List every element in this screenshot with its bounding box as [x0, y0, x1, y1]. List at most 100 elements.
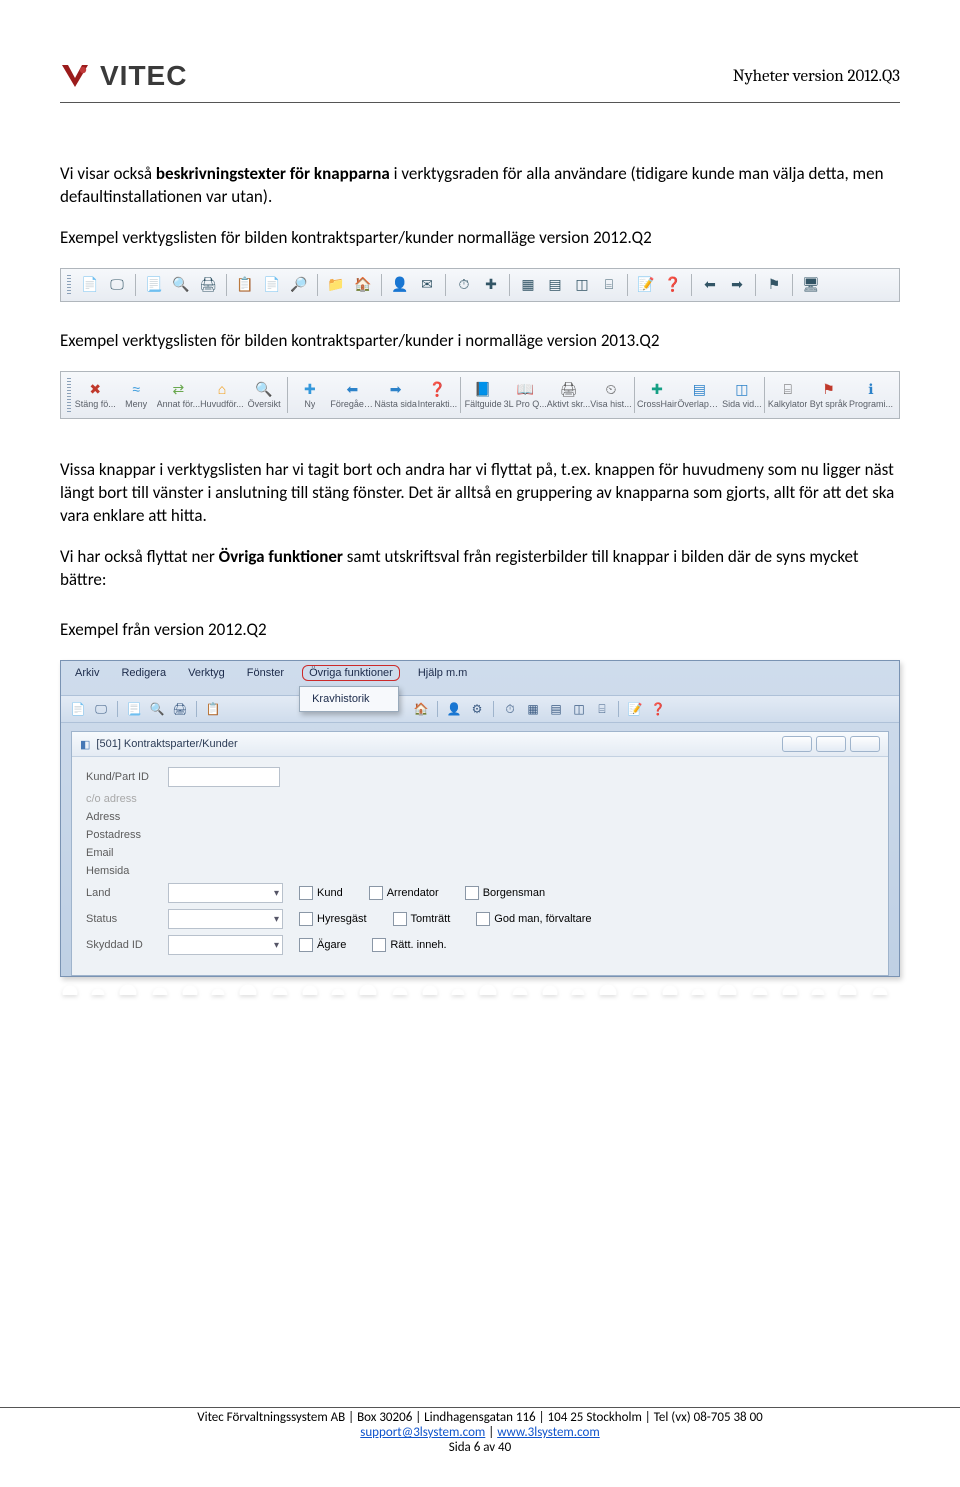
clipboard-icon[interactable]: 📋	[233, 273, 257, 297]
tb2-item-9[interactable]: 📘Fältguide	[463, 380, 504, 409]
paragraph-3: Exempel verktygslisten för bilden kontra…	[60, 330, 900, 353]
min-button[interactable]	[782, 736, 812, 752]
appicon-note[interactable]: 📝	[626, 700, 644, 718]
doc-icon[interactable]: 📄	[78, 273, 102, 297]
checkbox-kund[interactable]: Kund	[299, 886, 343, 900]
appicon-doc[interactable]: 📄	[69, 700, 87, 718]
tb2-item-8[interactable]: ❓Interakti...	[417, 380, 458, 409]
tb2-item-12[interactable]: ⏲Visa hist...	[590, 380, 631, 409]
home-icon[interactable]: 🏠	[351, 273, 375, 297]
clock-icon[interactable]: ⏱	[452, 273, 476, 297]
paragraph-6: Exempel från version 2012.Q2	[60, 619, 900, 642]
forward-icon[interactable]: ➡	[725, 273, 749, 297]
checkbox-borgensman[interactable]: Borgensman	[465, 886, 545, 900]
inner-title-text: [501] Kontraktsparter/Kunder	[96, 738, 237, 750]
menu-arkiv[interactable]: Arkiv	[71, 665, 103, 681]
footer-email[interactable]: support@3lsystem.com	[360, 1425, 485, 1440]
tb2-item-3[interactable]: ⌂Huvudför...	[200, 380, 244, 409]
tb2-item-7[interactable]: ➡Nästa sida	[374, 380, 417, 409]
tb2-icon: ✚	[648, 380, 666, 398]
p5b: Övriga funktioner	[219, 546, 343, 567]
display-icon[interactable]: 🖥	[799, 273, 823, 297]
appicon-clip[interactable]: 📋	[204, 700, 222, 718]
tb2-item-6[interactable]: ⬅Föregåen...	[330, 380, 374, 409]
input-kund-part-id[interactable]	[168, 767, 280, 787]
checkbox-box	[369, 886, 383, 900]
doc2-icon[interactable]: 📄	[260, 273, 284, 297]
appicon-print[interactable]: 🖨	[171, 700, 189, 718]
help-icon[interactable]: ❓	[661, 273, 685, 297]
checkbox-tomtr-tt[interactable]: Tomträtt	[393, 912, 451, 926]
select-land[interactable]	[168, 883, 283, 903]
tb2-item-1[interactable]: ≈Meny	[116, 380, 157, 409]
inner-window-title: ◧ [501] Kontraktsparter/Kunder	[72, 732, 888, 757]
new-icon[interactable]: 📃	[142, 273, 166, 297]
appicon-clock[interactable]: ⏱	[501, 700, 519, 718]
flag-icon[interactable]: ⚑	[762, 273, 786, 297]
max-button[interactable]	[816, 736, 846, 752]
appicon-t1[interactable]: ▦	[524, 700, 542, 718]
tb2-item-14[interactable]: ▤Överlapp...	[677, 380, 721, 409]
checkbox--gare[interactable]: Ägare	[299, 938, 346, 952]
tb2-item-0[interactable]: ✖Stäng fö...	[75, 380, 116, 409]
calc-icon[interactable]: ⌸	[597, 273, 621, 297]
sep	[493, 701, 494, 717]
tb2-item-16[interactable]: ⌸Kalkylator	[767, 380, 808, 409]
label-skyddad-id: Skyddad ID	[86, 939, 168, 951]
back-icon[interactable]: ⬅	[698, 273, 722, 297]
checkbox-r-tt-inneh-[interactable]: Rätt. inneh.	[372, 938, 446, 952]
menu-fonster[interactable]: Fönster	[243, 665, 288, 681]
split-icon[interactable]: ◫	[570, 273, 594, 297]
appicon-home[interactable]: 🏠	[412, 700, 430, 718]
toolbar-grip[interactable]	[67, 378, 71, 412]
checkbox-god-man-f-rvaltare[interactable]: God man, förvaltare	[476, 912, 591, 926]
checkbox-label: Hyresgäst	[317, 913, 367, 925]
tb2-item-18[interactable]: ℹProgrami...	[849, 380, 893, 409]
menu-ovriga-funktioner[interactable]: Övriga funktioner Kravhistorik	[302, 665, 400, 681]
tb2-item-10[interactable]: 📖3L Pro Q...	[504, 380, 547, 409]
note-icon[interactable]: 📝	[634, 273, 658, 297]
dropdown-kravhistorik[interactable]: Kravhistorik	[299, 686, 398, 712]
appicon-user[interactable]: 👤	[445, 700, 463, 718]
menu-redigera[interactable]: Redigera	[117, 665, 170, 681]
appicon-search[interactable]: 🔍	[148, 700, 166, 718]
print-icon[interactable]: 🖨	[196, 273, 220, 297]
input-skyddad-id[interactable]: ▾	[168, 935, 283, 955]
appicon-screen[interactable]: 🖵	[92, 700, 110, 718]
checkbox-hyresg-st[interactable]: Hyresgäst	[299, 912, 367, 926]
appicon-t2[interactable]: ▤	[547, 700, 565, 718]
menu-hjalp[interactable]: Hjälp m.m	[414, 665, 472, 681]
tb2-item-11[interactable]: 🖨Aktivt skr...	[547, 380, 591, 409]
mail-icon[interactable]: ✉	[415, 273, 439, 297]
select-status[interactable]	[168, 909, 283, 929]
tb2-item-13[interactable]: ✚CrossHair	[637, 380, 678, 409]
screen-icon[interactable]: 🖵	[105, 273, 129, 297]
tb2-item-4[interactable]: 🔍Översikt	[244, 380, 285, 409]
grid-icon[interactable]: ▤	[543, 273, 567, 297]
appicon-help[interactable]: ❓	[649, 700, 667, 718]
footer-url[interactable]: www.3lsystem.com	[497, 1425, 600, 1440]
tb2-item-2[interactable]: ⇄Annat för...	[157, 380, 201, 409]
menu-verktyg[interactable]: Verktyg	[184, 665, 229, 681]
user-icon[interactable]: 👤	[388, 273, 412, 297]
label-status: Status	[86, 913, 168, 925]
tb2-label: Ny	[304, 399, 315, 409]
folder-icon[interactable]: 📁	[324, 273, 348, 297]
tile-icon[interactable]: ▦	[516, 273, 540, 297]
appicon-new[interactable]: 📃	[125, 700, 143, 718]
checkbox-box	[299, 886, 313, 900]
crosshair-icon[interactable]: ✚	[479, 273, 503, 297]
appicon-gear[interactable]: ⚙	[468, 700, 486, 718]
menubar: Arkiv Redigera Verktyg Fönster Övriga fu…	[61, 661, 899, 685]
tb2-item-15[interactable]: ◫Sida vid...	[721, 380, 762, 409]
tb2-item-17[interactable]: ⚑Byt språk	[808, 380, 849, 409]
appicon-t3[interactable]: ◫	[570, 700, 588, 718]
checkbox-arrendator[interactable]: Arrendator	[369, 886, 439, 900]
appicon-calc[interactable]: ⌸	[593, 700, 611, 718]
toolbar-grip[interactable]	[67, 275, 71, 295]
sep	[117, 701, 118, 717]
tb2-item-5[interactable]: ✚Ny	[289, 380, 330, 409]
close-button[interactable]	[850, 736, 880, 752]
search-icon[interactable]: 🔍	[169, 273, 193, 297]
detail-icon[interactable]: 🔎	[287, 273, 311, 297]
